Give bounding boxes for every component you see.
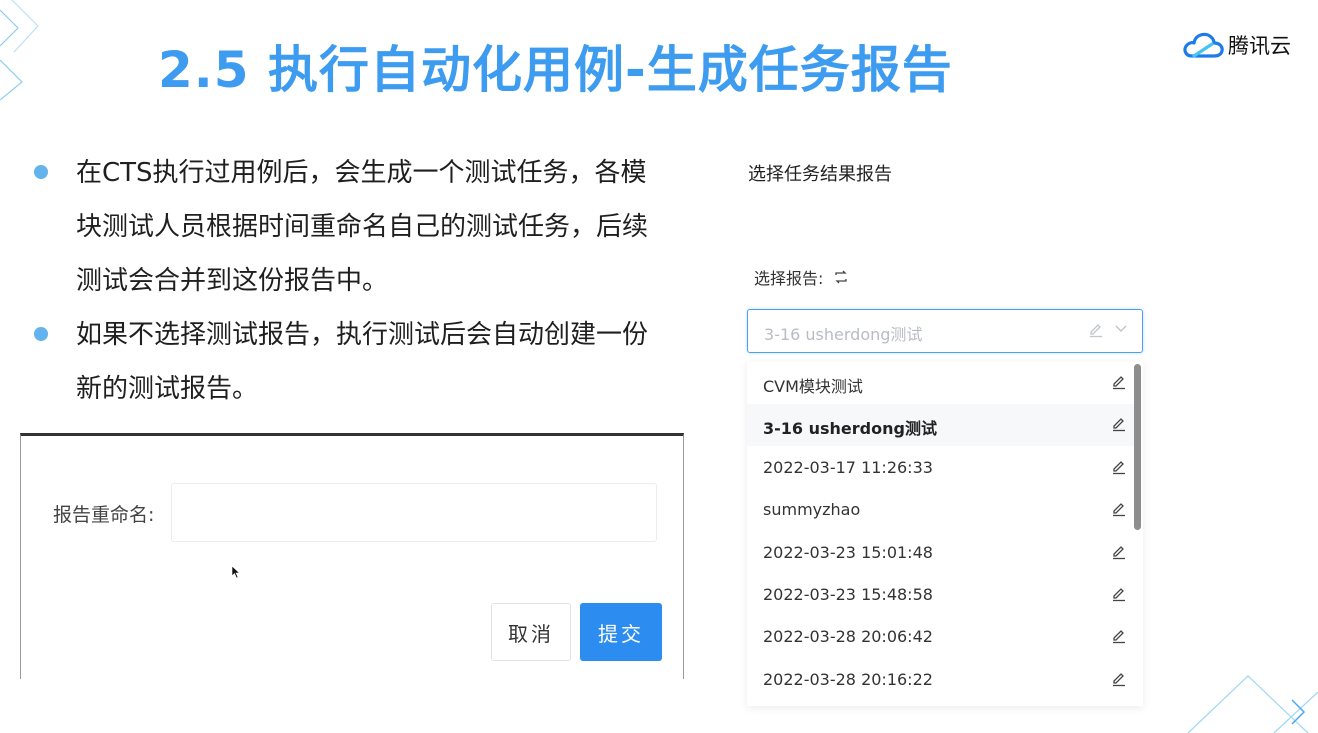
edit-icon[interactable]: [1111, 374, 1127, 390]
edit-icon[interactable]: [1111, 628, 1127, 644]
option-label: 2022-03-28 20:06:42: [763, 627, 933, 646]
rename-label: 报告重命名:: [53, 504, 155, 526]
dropdown-option[interactable]: CVM模块测试: [747, 362, 1135, 404]
option-label: 3-16 usherdong测试: [763, 419, 937, 438]
bullet-dot: [34, 327, 48, 341]
report-select[interactable]: 3-16 usherdong测试: [747, 309, 1143, 353]
edit-icon[interactable]: [1111, 544, 1127, 560]
select-report-label-row: 选择报告:: [754, 265, 849, 289]
option-label: 2022-03-23 15:01:48: [763, 543, 933, 562]
dropdown-option[interactable]: 2022-03-28 20:06:42: [747, 616, 1135, 658]
chevron-down-icon[interactable]: [1114, 323, 1128, 335]
dropdown-option[interactable]: 2022-03-17 11:26:33: [747, 447, 1135, 489]
slide-title: 2.5 执行自动化用例-生成任务报告: [158, 41, 953, 99]
edit-icon[interactable]: [1111, 586, 1127, 602]
report-dropdown: CVM模块测试 3-16 usherdong测试 2022-03-17 11:2…: [747, 362, 1143, 706]
submit-button[interactable]: 提交: [580, 603, 662, 661]
dropdown-option[interactable]: summyzhao: [747, 489, 1135, 531]
dropdown-option[interactable]: 2022-03-23 15:01:48: [747, 532, 1135, 574]
option-label: 2022-03-28 20:16:22: [763, 670, 933, 689]
edit-icon[interactable]: [1111, 671, 1127, 687]
bullet-item: 如果不选择测试报告，执行测试后会自动创建一份新的测试报告。: [34, 308, 674, 416]
refresh-icon[interactable]: [833, 270, 849, 284]
cloud-logo-icon: [1183, 32, 1224, 58]
rename-dialog: 报告重命名: 取消 提交: [20, 433, 684, 679]
report-panel-title: 选择任务结果报告: [748, 164, 892, 185]
option-label: 2022-03-23 15:48:58: [763, 585, 933, 604]
bullet-dot: [34, 165, 48, 179]
select-value: 3-16 usherdong测试: [764, 325, 923, 344]
corner-decoration-top-left: [0, 0, 39, 100]
edit-icon[interactable]: [1111, 459, 1127, 475]
edit-icon[interactable]: [1111, 501, 1127, 517]
bullet-text: 如果不选择测试报告，执行测试后会自动创建一份新的测试报告。: [76, 320, 649, 404]
corner-decoration-bottom-right: [1188, 675, 1318, 733]
bullet-item: 在CTS执行过用例后，会生成一个测试任务，各模块测试人员根据时间重命名自己的测试…: [34, 146, 674, 308]
option-label: summyzhao: [763, 500, 861, 519]
dropdown-scrollbar[interactable]: [1134, 364, 1141, 530]
brand-name: 腾讯云: [1228, 34, 1291, 58]
dropdown-option[interactable]: 2022-03-23 15:48:58: [747, 574, 1135, 616]
dropdown-option[interactable]: 2022-03-28 20:16:22: [747, 659, 1135, 701]
mouse-pointer-icon: [231, 565, 241, 579]
option-label: 2022-03-17 11:26:33: [763, 458, 933, 477]
rename-input[interactable]: [171, 483, 657, 542]
brand-logo: 腾讯云: [1182, 30, 1291, 60]
select-report-label: 选择报告:: [754, 269, 824, 288]
dropdown-option[interactable]: 3-16 usherdong测试: [747, 404, 1135, 446]
edit-icon[interactable]: [1088, 322, 1104, 338]
edit-icon[interactable]: [1111, 416, 1127, 432]
bullet-text: 在CTS执行过用例后，会生成一个测试任务，各模块测试人员根据时间重命名自己的测试…: [76, 158, 649, 296]
cancel-button[interactable]: 取消: [491, 603, 571, 661]
option-label: CVM模块测试: [763, 377, 863, 396]
bullet-list: 在CTS执行过用例后，会生成一个测试任务，各模块测试人员根据时间重命名自己的测试…: [34, 146, 674, 416]
